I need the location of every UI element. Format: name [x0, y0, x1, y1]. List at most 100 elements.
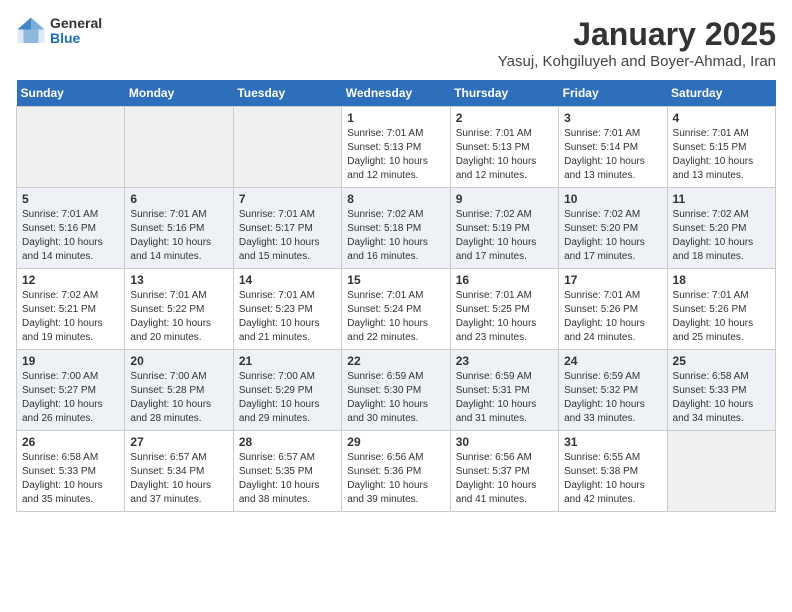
- day-content: Sunrise: 7:01 AM Sunset: 5:23 PM Dayligh…: [239, 289, 336, 345]
- day-number: 2: [456, 111, 553, 125]
- table-row: 9 Sunrise: 7:02 AM Sunset: 5:19 PM Daylig…: [450, 188, 558, 269]
- table-row: 27Sunrise: 6:57 AM Sunset: 5:34 PM Dayli…: [125, 431, 233, 512]
- day-number: 20: [130, 354, 227, 368]
- day-number: 25: [673, 354, 770, 368]
- day-number: 17: [564, 273, 661, 287]
- table-row: 26Sunrise: 6:58 AM Sunset: 5:33 PM Dayli…: [17, 431, 125, 512]
- day-content: Sunrise: 7:01 AM Sunset: 5:13 PM Dayligh…: [347, 127, 444, 183]
- day-content: Sunrise: 6:58 AM Sunset: 5:33 PM Dayligh…: [22, 451, 119, 507]
- day-number: 7: [239, 192, 336, 206]
- day-number: 6: [130, 192, 227, 206]
- week-row-4: 19 Sunrise: 7:00 AM Sunset: 5:27 PM Dayli…: [17, 350, 776, 431]
- day-number: 28: [239, 435, 336, 449]
- day-content: Sunrise: 7:01 AM Sunset: 5:16 PM Dayligh…: [130, 208, 227, 264]
- logo-general: General: [50, 16, 102, 31]
- table-row: 4Sunrise: 7:01 AM Sunset: 5:15 PM Daylig…: [667, 107, 775, 188]
- calendar-header-row: Sunday Monday Tuesday Wednesday Thursday…: [17, 80, 776, 107]
- col-tuesday: Tuesday: [233, 80, 341, 107]
- day-content: Sunrise: 7:01 AM Sunset: 5:16 PM Dayligh…: [22, 208, 119, 264]
- table-row: 23Sunrise: 6:59 AM Sunset: 5:31 PM Dayli…: [450, 350, 558, 431]
- day-content: Sunrise: 7:01 AM Sunset: 5:15 PM Dayligh…: [673, 127, 770, 183]
- day-content: Sunrise: 7:00 AM Sunset: 5:28 PM Dayligh…: [130, 370, 227, 426]
- table-row: 7 Sunrise: 7:01 AM Sunset: 5:17 PM Daylig…: [233, 188, 341, 269]
- table-row: 25 Sunrise: 6:58 AM Sunset: 5:33 PM Dayli…: [667, 350, 775, 431]
- table-row: 28 Sunrise: 6:57 AM Sunset: 5:35 PM Dayli…: [233, 431, 341, 512]
- day-number: 3: [564, 111, 661, 125]
- day-content: Sunrise: 7:01 AM Sunset: 5:13 PM Dayligh…: [456, 127, 553, 183]
- day-number: 9: [456, 192, 553, 206]
- table-row: 10 Sunrise: 7:02 AM Sunset: 5:20 PM Dayli…: [559, 188, 667, 269]
- logo-blue: Blue: [50, 31, 102, 46]
- col-thursday: Thursday: [450, 80, 558, 107]
- day-content: Sunrise: 7:01 AM Sunset: 5:26 PM Dayligh…: [564, 289, 661, 345]
- day-content: Sunrise: 7:01 AM Sunset: 5:17 PM Dayligh…: [239, 208, 336, 264]
- day-content: Sunrise: 6:58 AM Sunset: 5:33 PM Dayligh…: [673, 370, 770, 426]
- day-number: 10: [564, 192, 661, 206]
- day-content: Sunrise: 6:59 AM Sunset: 5:30 PM Dayligh…: [347, 370, 444, 426]
- col-saturday: Saturday: [667, 80, 775, 107]
- table-row: 18 Sunrise: 7:01 AM Sunset: 5:26 PM Dayli…: [667, 269, 775, 350]
- table-row: 17 Sunrise: 7:01 AM Sunset: 5:26 PM Dayli…: [559, 269, 667, 350]
- col-sunday: Sunday: [17, 80, 125, 107]
- table-row: 24 Sunrise: 6:59 AM Sunset: 5:32 PM Dayli…: [559, 350, 667, 431]
- location-title: Yasuj, Kohgiluyeh and Boyer-Ahmad, Iran: [498, 53, 776, 70]
- table-row: [17, 107, 125, 188]
- day-number: 11: [673, 192, 770, 206]
- day-number: 14: [239, 273, 336, 287]
- day-content: Sunrise: 6:57 AM Sunset: 5:35 PM Dayligh…: [239, 451, 336, 507]
- week-row-3: 12Sunrise: 7:02 AM Sunset: 5:21 PM Dayli…: [17, 269, 776, 350]
- table-row: 31Sunrise: 6:55 AM Sunset: 5:38 PM Dayli…: [559, 431, 667, 512]
- day-content: Sunrise: 6:59 AM Sunset: 5:32 PM Dayligh…: [564, 370, 661, 426]
- calendar-table: Sunday Monday Tuesday Wednesday Thursday…: [16, 80, 776, 512]
- table-row: 12Sunrise: 7:02 AM Sunset: 5:21 PM Dayli…: [17, 269, 125, 350]
- day-number: 8: [347, 192, 444, 206]
- day-content: Sunrise: 6:55 AM Sunset: 5:38 PM Dayligh…: [564, 451, 661, 507]
- table-row: 8 Sunrise: 7:02 AM Sunset: 5:18 PM Daylig…: [342, 188, 450, 269]
- logo: General Blue: [16, 16, 102, 47]
- day-content: Sunrise: 7:02 AM Sunset: 5:18 PM Dayligh…: [347, 208, 444, 264]
- col-friday: Friday: [559, 80, 667, 107]
- table-row: 20 Sunrise: 7:00 AM Sunset: 5:28 PM Dayli…: [125, 350, 233, 431]
- day-number: 18: [673, 273, 770, 287]
- day-number: 29: [347, 435, 444, 449]
- table-row: 2 Sunrise: 7:01 AM Sunset: 5:13 PM Daylig…: [450, 107, 558, 188]
- day-content: Sunrise: 6:56 AM Sunset: 5:36 PM Dayligh…: [347, 451, 444, 507]
- table-row: 11 Sunrise: 7:02 AM Sunset: 5:20 PM Dayli…: [667, 188, 775, 269]
- title-block: January 2025 Yasuj, Kohgiluyeh and Boyer…: [498, 16, 776, 70]
- day-content: Sunrise: 7:01 AM Sunset: 5:24 PM Dayligh…: [347, 289, 444, 345]
- table-row: 15 Sunrise: 7:01 AM Sunset: 5:24 PM Dayli…: [342, 269, 450, 350]
- table-row: 1Sunrise: 7:01 AM Sunset: 5:13 PM Daylig…: [342, 107, 450, 188]
- day-content: Sunrise: 7:00 AM Sunset: 5:29 PM Dayligh…: [239, 370, 336, 426]
- day-number: 15: [347, 273, 444, 287]
- day-content: Sunrise: 6:56 AM Sunset: 5:37 PM Dayligh…: [456, 451, 553, 507]
- day-content: Sunrise: 7:01 AM Sunset: 5:25 PM Dayligh…: [456, 289, 553, 345]
- table-row: 22Sunrise: 6:59 AM Sunset: 5:30 PM Dayli…: [342, 350, 450, 431]
- day-number: 23: [456, 354, 553, 368]
- logo-text: General Blue: [50, 16, 102, 47]
- col-wednesday: Wednesday: [342, 80, 450, 107]
- table-row: 14 Sunrise: 7:01 AM Sunset: 5:23 PM Dayli…: [233, 269, 341, 350]
- table-row: [233, 107, 341, 188]
- day-number: 27: [130, 435, 227, 449]
- table-row: [667, 431, 775, 512]
- day-number: 24: [564, 354, 661, 368]
- day-number: 19: [22, 354, 119, 368]
- day-content: Sunrise: 7:01 AM Sunset: 5:14 PM Dayligh…: [564, 127, 661, 183]
- day-content: Sunrise: 7:02 AM Sunset: 5:20 PM Dayligh…: [673, 208, 770, 264]
- table-row: 6 Sunrise: 7:01 AM Sunset: 5:16 PM Daylig…: [125, 188, 233, 269]
- day-content: Sunrise: 7:00 AM Sunset: 5:27 PM Dayligh…: [22, 370, 119, 426]
- table-row: 13Sunrise: 7:01 AM Sunset: 5:22 PM Dayli…: [125, 269, 233, 350]
- week-row-5: 26Sunrise: 6:58 AM Sunset: 5:33 PM Dayli…: [17, 431, 776, 512]
- week-row-1: 1Sunrise: 7:01 AM Sunset: 5:13 PM Daylig…: [17, 107, 776, 188]
- day-content: Sunrise: 7:01 AM Sunset: 5:26 PM Dayligh…: [673, 289, 770, 345]
- day-content: Sunrise: 7:02 AM Sunset: 5:20 PM Dayligh…: [564, 208, 661, 264]
- table-row: 3 Sunrise: 7:01 AM Sunset: 5:14 PM Daylig…: [559, 107, 667, 188]
- week-row-2: 5 Sunrise: 7:01 AM Sunset: 5:16 PM Daylig…: [17, 188, 776, 269]
- day-number: 30: [456, 435, 553, 449]
- day-content: Sunrise: 7:02 AM Sunset: 5:19 PM Dayligh…: [456, 208, 553, 264]
- table-row: 16Sunrise: 7:01 AM Sunset: 5:25 PM Dayli…: [450, 269, 558, 350]
- day-content: Sunrise: 7:01 AM Sunset: 5:22 PM Dayligh…: [130, 289, 227, 345]
- logo-icon: [16, 16, 46, 46]
- day-number: 5: [22, 192, 119, 206]
- table-row: 21Sunrise: 7:00 AM Sunset: 5:29 PM Dayli…: [233, 350, 341, 431]
